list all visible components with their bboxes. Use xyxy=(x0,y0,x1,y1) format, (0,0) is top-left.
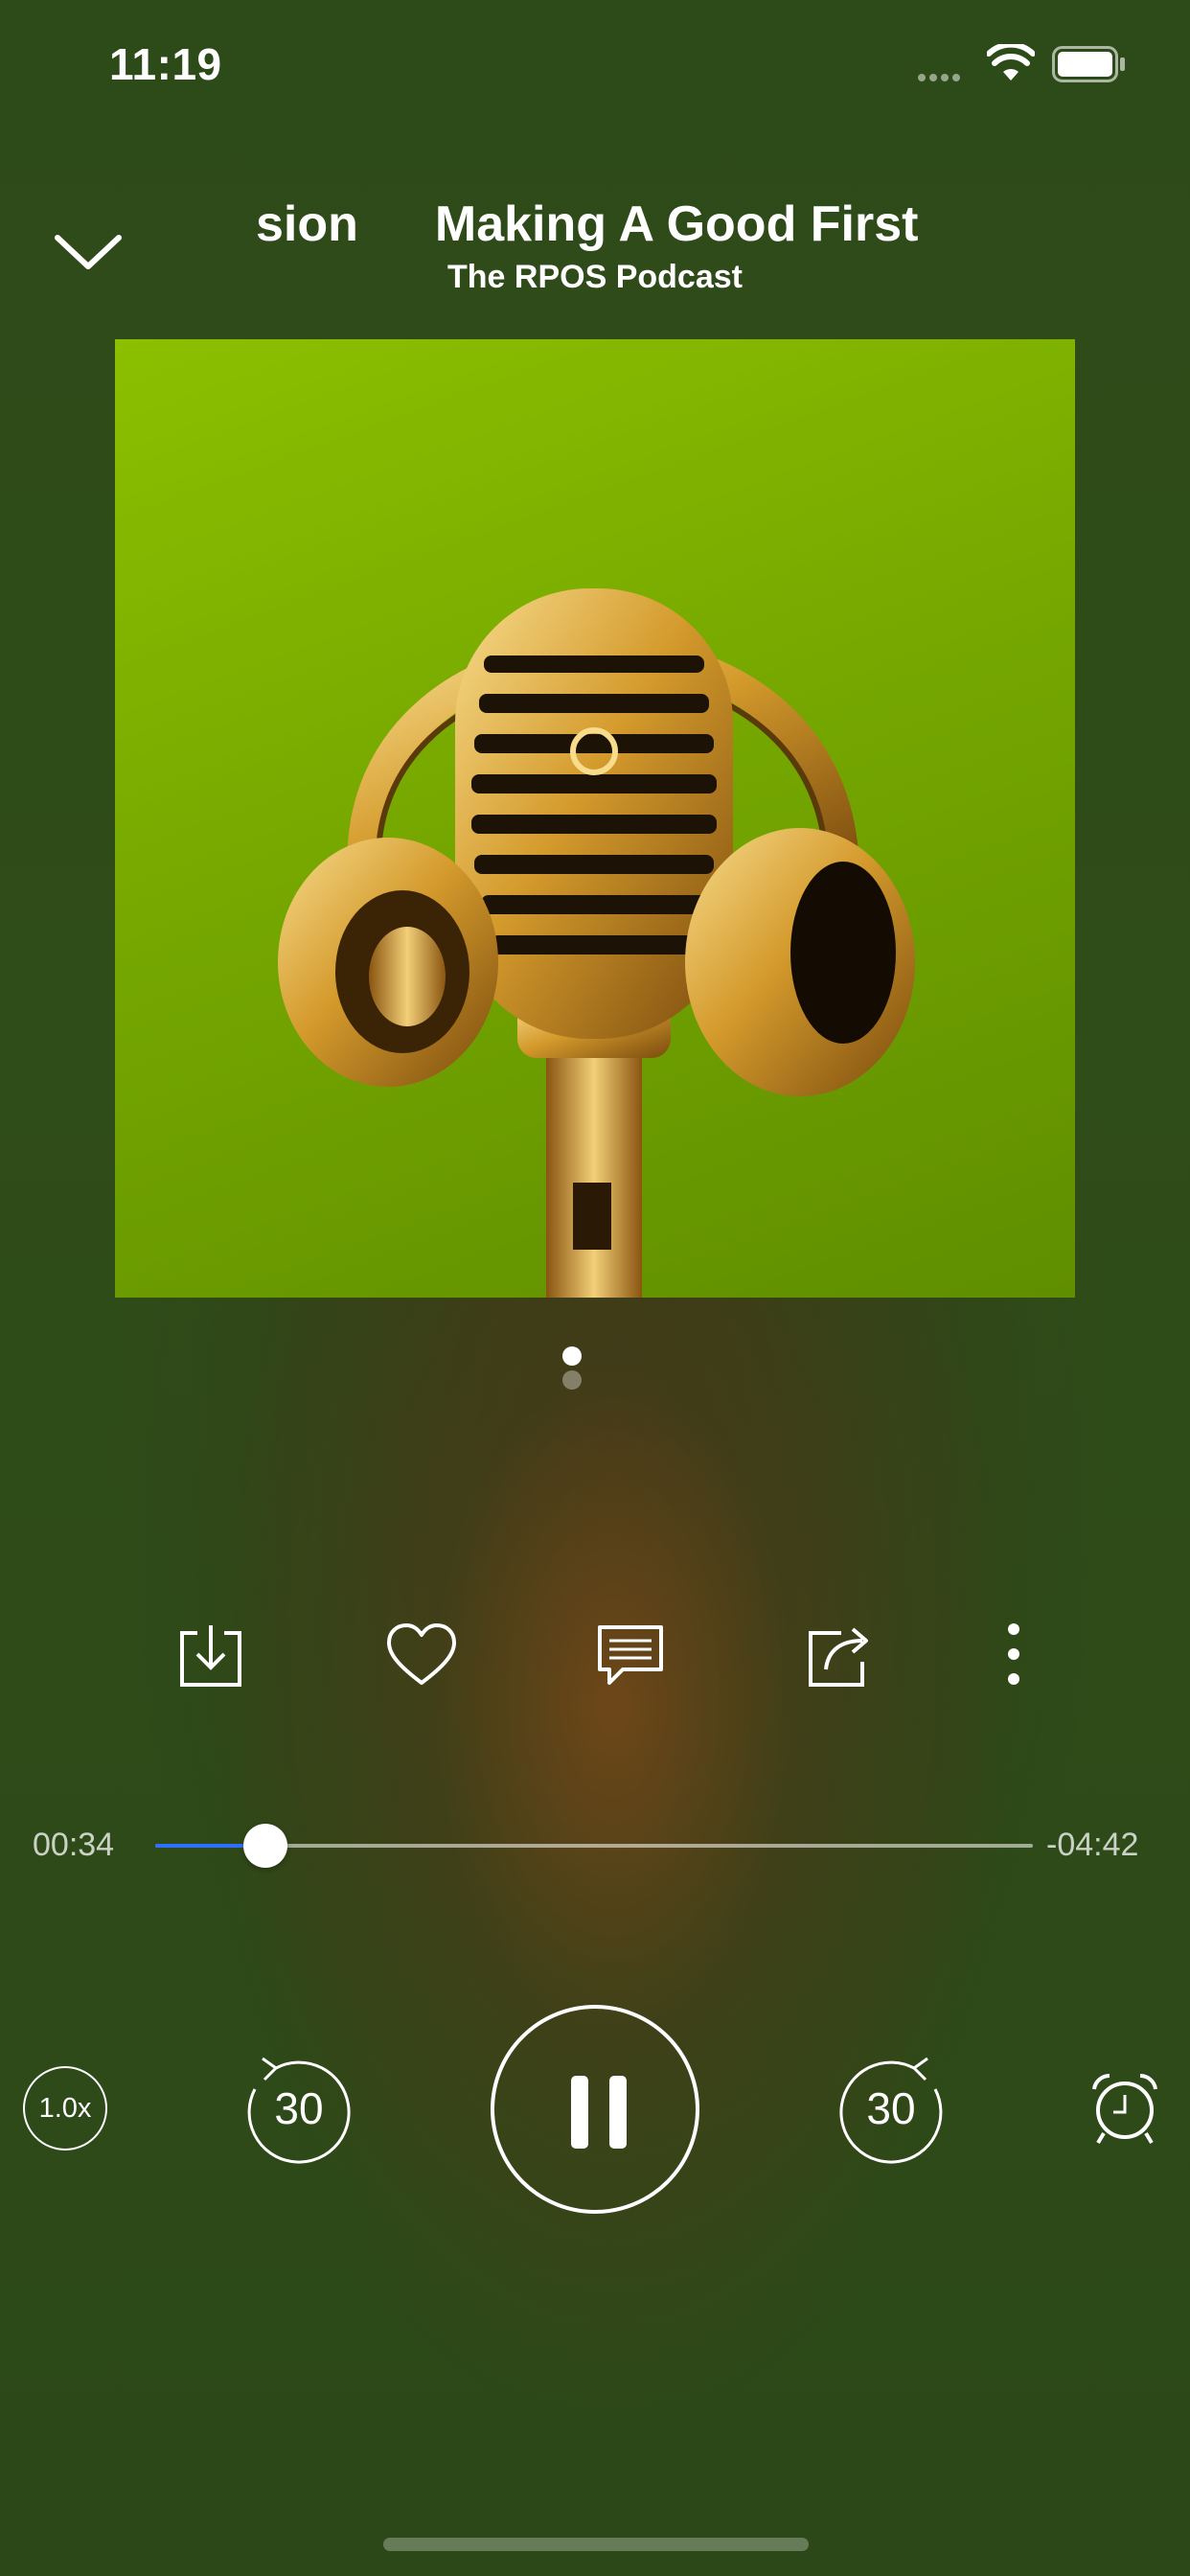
download-button[interactable] xyxy=(174,1620,247,1692)
comment-icon xyxy=(598,1625,663,1685)
episode-title-marquee: Obsession Making A Good First xyxy=(255,196,945,263)
playback-speed-label: 1.0x xyxy=(38,2092,92,2124)
download-icon xyxy=(180,1625,241,1687)
scrubber-thumb[interactable] xyxy=(243,1824,288,1868)
playback-scrubber[interactable] xyxy=(155,1824,1033,1868)
artwork-pager[interactable] xyxy=(562,1346,629,1390)
sleep-timer-button[interactable] xyxy=(1087,2070,1163,2147)
comments-button[interactable] xyxy=(594,1620,667,1692)
elapsed-time: 00:34 xyxy=(33,1827,115,1863)
more-options-button[interactable] xyxy=(977,1620,1050,1692)
skip-forward-button[interactable]: 30 xyxy=(834,2051,949,2166)
more-vertical-icon xyxy=(1008,1623,1019,1685)
episode-title: Making A Good First xyxy=(434,196,919,252)
skip-forward-label: 30 xyxy=(866,2083,916,2133)
microphone-headphones-artwork xyxy=(278,588,915,1298)
status-time: 11:19 xyxy=(109,39,222,89)
home-indicator[interactable] xyxy=(383,2538,809,2551)
cellular-dots-icon xyxy=(918,69,972,81)
pager-dot-active[interactable] xyxy=(562,1346,582,1366)
playback-speed-button[interactable]: 1.0x xyxy=(23,2066,107,2150)
episode-artwork xyxy=(115,339,1075,1298)
skip-back-label: 30 xyxy=(274,2083,324,2133)
alarm-clock-icon xyxy=(1092,2073,1157,2145)
heart-icon xyxy=(387,1623,456,1685)
pager-dot[interactable] xyxy=(562,1370,582,1390)
favorite-button[interactable] xyxy=(385,1620,458,1692)
skip-back-button[interactable]: 30 xyxy=(241,2051,356,2166)
pause-button[interactable] xyxy=(491,2005,699,2214)
episode-title-previous: Obsession xyxy=(255,196,358,252)
remaining-time: -04:42 xyxy=(1046,1827,1139,1863)
share-icon xyxy=(809,1627,868,1687)
share-button[interactable] xyxy=(803,1620,876,1692)
podcast-name: The RPOS Podcast xyxy=(447,259,743,295)
battery-icon xyxy=(1052,46,1127,82)
wifi-icon xyxy=(986,41,1036,82)
